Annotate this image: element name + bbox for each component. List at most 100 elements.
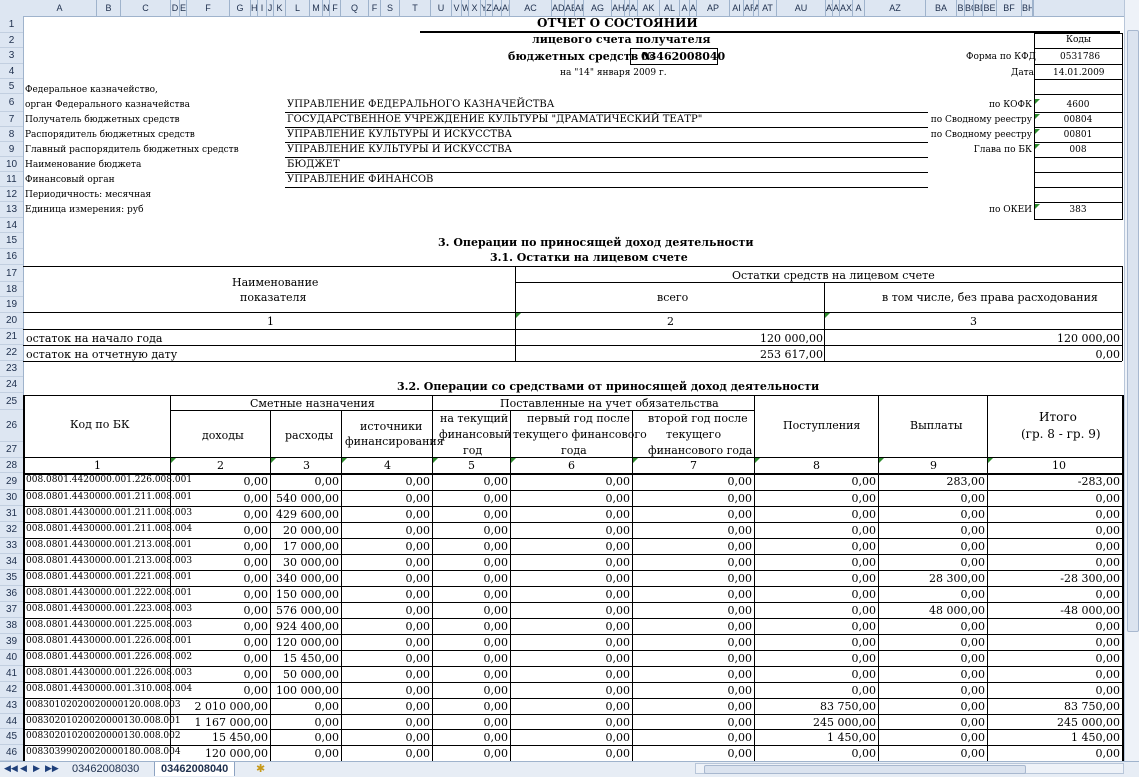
bk-code-cell[interactable]: 00830102020020000120.008.003 xyxy=(26,701,181,710)
row-header[interactable]: 25 xyxy=(0,393,23,410)
row-header[interactable]: 5 xyxy=(0,79,23,94)
row-header[interactable]: 24 xyxy=(0,377,23,393)
amount-cell[interactable]: 0,00 xyxy=(406,557,431,568)
amount-cell[interactable]: 0,00 xyxy=(961,669,986,680)
column-header[interactable]: AP xyxy=(697,0,730,16)
amount-cell[interactable]: 0,00 xyxy=(244,621,269,632)
amount-cell[interactable]: 0,00 xyxy=(244,476,269,487)
column-header[interactable]: W xyxy=(462,0,469,16)
bk-code-cell[interactable]: 00830399020020000180.008.004 xyxy=(26,748,181,757)
amount-cell[interactable]: 0,00 xyxy=(728,589,753,600)
row-header[interactable]: 15 xyxy=(0,233,23,249)
amount-cell[interactable]: 0,00 xyxy=(961,653,986,664)
bk-code-cell[interactable]: 008.0801.4430000.001.226.008.003 xyxy=(26,669,192,678)
bk-code-cell[interactable]: 008.0801.4430000.001.225.008.003 xyxy=(26,621,192,630)
column-header[interactable]: K xyxy=(274,0,286,16)
row-header[interactable]: 38 xyxy=(0,618,23,634)
row-header[interactable]: 32 xyxy=(0,522,23,538)
row-header[interactable]: 12 xyxy=(0,187,23,202)
bk-code-cell[interactable]: 008.0801.4430000.001.310.008.004 xyxy=(26,685,192,694)
row-header[interactable]: 30 xyxy=(0,490,23,506)
amount-cell[interactable]: 0,00 xyxy=(606,525,631,536)
amount-cell[interactable]: 0,00 xyxy=(1096,669,1121,680)
row-header[interactable]: 31 xyxy=(0,506,23,522)
column-header[interactable]: AL xyxy=(660,0,680,16)
amount-cell[interactable]: 245 000,00 xyxy=(813,717,876,728)
bk-code-cell[interactable]: 008.0801.4430000.001.211.008.003 xyxy=(26,509,192,518)
column-header[interactable]: D xyxy=(171,0,180,16)
amount-cell[interactable]: 0,00 xyxy=(244,653,269,664)
bk-code-cell[interactable]: 008.0801.4430000.001.222.008.001 xyxy=(26,589,192,598)
amount-cell[interactable]: 0,00 xyxy=(728,637,753,648)
amount-cell[interactable]: 0,00 xyxy=(1096,637,1121,648)
row-header[interactable]: 2 xyxy=(0,33,23,48)
amount-cell[interactable]: 0,00 xyxy=(484,685,509,696)
column-header[interactable]: E xyxy=(180,0,187,16)
amount-cell[interactable]: 0,00 xyxy=(852,541,877,552)
amount-cell[interactable]: 0,00 xyxy=(1096,493,1121,504)
amount-cell[interactable]: 0,00 xyxy=(961,717,986,728)
column-header[interactable]: AD xyxy=(552,0,565,16)
row-header[interactable]: 3 xyxy=(0,48,23,64)
column-header[interactable]: AJ xyxy=(630,0,638,16)
row-header[interactable]: 46 xyxy=(0,745,23,761)
amount-cell[interactable]: 0,00 xyxy=(1096,509,1121,520)
bk-code-cell[interactable]: 008.0801.4430000.001.213.008.001 xyxy=(26,541,192,550)
amount-cell[interactable]: 50 000,00 xyxy=(283,669,339,680)
column-header[interactable]: B xyxy=(957,0,965,16)
amount-cell[interactable]: 0,00 xyxy=(1096,557,1121,568)
row-header[interactable]: 36 xyxy=(0,586,23,602)
amount-cell[interactable]: 0,00 xyxy=(406,589,431,600)
amount-cell[interactable]: 0,00 xyxy=(484,589,509,600)
row-header[interactable]: 10 xyxy=(0,157,23,172)
amount-cell[interactable]: 0,00 xyxy=(606,589,631,600)
column-header[interactable]: BD xyxy=(974,0,983,16)
amount-cell[interactable]: 0,00 xyxy=(406,732,431,743)
amount-cell[interactable]: 0,00 xyxy=(484,605,509,616)
amount-cell[interactable]: 0,00 xyxy=(728,493,753,504)
amount-cell[interactable]: 245 000,00 xyxy=(1057,717,1120,728)
amount-cell[interactable]: 0,00 xyxy=(961,525,986,536)
amount-cell[interactable]: 0,00 xyxy=(406,748,431,759)
amount-cell[interactable]: 0,00 xyxy=(961,541,986,552)
amount-cell[interactable]: 0,00 xyxy=(852,653,877,664)
amount-cell[interactable]: 0,00 xyxy=(406,509,431,520)
column-header[interactable]: A xyxy=(853,0,865,16)
amount-cell[interactable]: 0,00 xyxy=(852,573,877,584)
amount-cell[interactable]: -28 300,00 xyxy=(1060,573,1120,584)
amount-cell[interactable]: 0,00 xyxy=(852,669,877,680)
column-header[interactable]: Z xyxy=(486,0,493,16)
row-header[interactable]: 42 xyxy=(0,682,23,698)
amount-cell[interactable]: 0,00 xyxy=(406,493,431,504)
amount-cell[interactable]: 0,00 xyxy=(1096,685,1121,696)
row-header[interactable]: 8 xyxy=(0,127,23,142)
column-header[interactable]: S xyxy=(381,0,400,16)
amount-cell[interactable]: 0,00 xyxy=(244,573,269,584)
column-header[interactable]: A xyxy=(23,0,97,16)
bk-code-cell[interactable]: 008.0801.4430000.001.223.008.003 xyxy=(26,605,192,614)
amount-cell[interactable]: 0,00 xyxy=(961,732,986,743)
amount-cell[interactable]: 0,00 xyxy=(1096,748,1121,759)
amount-cell[interactable]: 0,00 xyxy=(606,493,631,504)
amount-cell[interactable]: 0,00 xyxy=(484,748,509,759)
amount-cell[interactable]: 0,00 xyxy=(728,541,753,552)
column-header[interactable]: BI xyxy=(1033,0,1034,16)
amount-cell[interactable]: 100 000,00 xyxy=(276,685,339,696)
amount-cell[interactable]: 0,00 xyxy=(606,605,631,616)
amount-cell[interactable]: 120 000,00 xyxy=(205,748,268,759)
amount-cell[interactable]: 0,00 xyxy=(606,732,631,743)
column-header[interactable]: AT xyxy=(759,0,777,16)
row-header[interactable]: 22 xyxy=(0,345,23,361)
column-header[interactable]: AG xyxy=(584,0,612,16)
column-header[interactable]: AI xyxy=(730,0,744,16)
amount-cell[interactable]: 0,00 xyxy=(406,701,431,712)
row-header[interactable]: 39 xyxy=(0,634,23,650)
amount-cell[interactable]: 0,00 xyxy=(1096,621,1121,632)
column-header[interactable]: F xyxy=(187,0,230,16)
column-header[interactable]: AE xyxy=(565,0,575,16)
last-sheet-icon[interactable]: ▶▶ xyxy=(45,763,59,774)
amount-cell[interactable]: 0,00 xyxy=(606,557,631,568)
amount-cell[interactable]: 0,00 xyxy=(728,557,753,568)
bk-code-cell[interactable]: 008.0801.4420000.001.226.008.001 xyxy=(26,476,192,485)
amount-cell[interactable]: 1 450,00 xyxy=(1071,732,1120,743)
